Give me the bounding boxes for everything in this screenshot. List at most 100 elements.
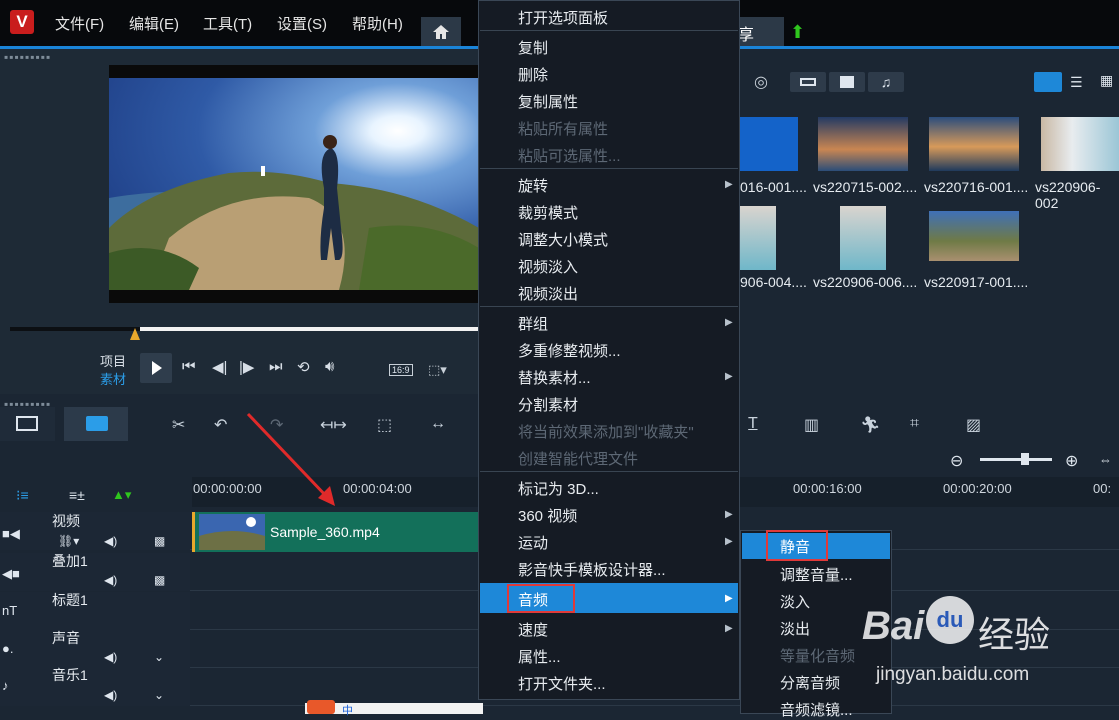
photo-filter-button[interactable] [829, 72, 865, 92]
video-filter-button[interactable] [790, 72, 826, 92]
play-button[interactable] [140, 353, 172, 383]
ruler-tick: 00: [1093, 481, 1112, 496]
annotation-arrow [246, 412, 335, 506]
track-mute-icon[interactable]: ◀) [104, 573, 117, 587]
media-thumbnail[interactable] [740, 117, 798, 171]
menu-item-resize-mode[interactable]: 调整大小模式 [518, 229, 608, 250]
home-tab[interactable] [421, 17, 461, 46]
expand-icon[interactable]: ⌄ [154, 688, 164, 702]
timeline-view-button[interactable] [64, 407, 128, 441]
submenu-item-audio-filter[interactable]: 音频滤镜... [780, 699, 853, 720]
resize-icon[interactable]: ⬚ [377, 415, 392, 435]
submenu-item-adjust-volume[interactable]: 调整音量... [780, 564, 853, 585]
media-thumbnail[interactable] [740, 206, 776, 270]
zoom-slider-handle[interactable] [1021, 453, 1029, 465]
menu-item-template-designer[interactable]: 影音快手模板设计器... [518, 559, 666, 580]
go-end-icon[interactable]: ⏭ [269, 358, 283, 375]
menu-item-open-folder[interactable]: 打开文件夹... [518, 673, 606, 694]
ime-logo-icon[interactable] [307, 700, 335, 714]
track-icon[interactable]: ⌗ [910, 415, 919, 433]
track-mute-icon[interactable]: ◀) [104, 534, 117, 548]
menu-item-motion[interactable]: 运动 [518, 532, 548, 553]
submenu-arrow-icon: ▶ [725, 509, 733, 520]
watermark-brand: Bai [862, 604, 925, 648]
volume-icon[interactable]: 🔊︎ [325, 358, 334, 375]
play-icon [152, 361, 162, 375]
track-mute-icon[interactable]: ◀) [104, 650, 117, 664]
menu-tools[interactable]: 工具(T) [203, 13, 252, 34]
menu-item-copy-attributes[interactable]: 复制属性 [518, 91, 578, 112]
menu-item-properties[interactable]: 属性... [518, 646, 561, 667]
media-thumbnail[interactable] [1041, 117, 1119, 171]
project-mode-label[interactable]: 项目 [100, 351, 126, 370]
submenu-arrow-icon: ▶ [725, 371, 733, 382]
media-name: vs220906-006.... [813, 274, 918, 290]
clip-mode-label[interactable]: 素材 [100, 369, 126, 388]
menu-item-copy[interactable]: 复制 [518, 37, 548, 58]
prev-frame-icon[interactable]: ◀| [212, 358, 227, 376]
view-grid-icon[interactable]: ▦ [1100, 72, 1113, 89]
menu-item-delete[interactable]: 删除 [518, 64, 548, 85]
submenu-item-split-audio[interactable]: 分离音频 [780, 672, 840, 693]
menu-item-multi-trim[interactable]: 多重修整视频... [518, 340, 621, 361]
storyboard-view-button[interactable] [0, 407, 55, 441]
annotation-box [766, 530, 828, 561]
go-start-icon[interactable]: ⏮ [182, 358, 196, 375]
menu-item-replace-clip[interactable]: 替换素材... [518, 367, 591, 388]
ime-language[interactable]: 中 [342, 702, 353, 718]
menu-settings[interactable]: 设置(S) [277, 13, 327, 34]
aspect-ratio-button[interactable]: 16:9 [389, 364, 413, 376]
checker-icon[interactable]: ▩ [154, 573, 165, 587]
crop-tool-icon[interactable]: ⬚▾ [428, 362, 447, 378]
menu-item-fade-out[interactable]: 视频淡出 [518, 283, 578, 304]
paw-icon: du [926, 596, 974, 644]
submenu-item-fade-in[interactable]: 淡入 [780, 591, 810, 612]
menu-item-speed[interactable]: 速度 [518, 619, 548, 640]
add-track-icon[interactable]: ≡± [69, 487, 85, 503]
undo-icon[interactable]: ↶ [214, 415, 227, 435]
panel-grip-icon[interactable]: ▪▪▪▪▪▪▪▪▪ [4, 50, 51, 64]
auto-icon[interactable]: ▨ [966, 415, 981, 435]
split-icon[interactable]: ↔ [430, 415, 446, 433]
media-thumbnail[interactable] [840, 206, 886, 270]
zoom-out-icon[interactable]: ⊖ [950, 451, 963, 471]
zoom-in-icon[interactable]: ⊕ [1065, 451, 1078, 471]
menu-help[interactable]: 帮助(H) [352, 13, 403, 34]
motion-icon[interactable]: 🏃︎ [860, 415, 880, 435]
repeat-icon[interactable]: ⟲ [297, 358, 310, 376]
menu-item-group[interactable]: 群组 [518, 313, 548, 334]
view-thumb-button[interactable] [1034, 72, 1062, 92]
menu-separator [480, 168, 738, 169]
link-icon[interactable]: ⛓▾ [58, 534, 79, 548]
title-icon[interactable]: T̲ [748, 415, 758, 433]
menu-item-360-video[interactable]: 360 视频 [518, 505, 577, 526]
track-manager-icon[interactable]: ⁝≡ [16, 487, 29, 504]
checker-icon[interactable]: ▩ [154, 534, 165, 548]
aperture-icon[interactable]: ◎ [754, 72, 768, 92]
menu-item-mark-3d[interactable]: 标记为 3D... [518, 478, 599, 499]
submenu-item-fade-out[interactable]: 淡出 [780, 618, 810, 639]
upload-icon[interactable]: ⬆ [790, 22, 805, 43]
media-thumbnail[interactable] [929, 117, 1019, 171]
view-list-icon[interactable]: ☰ [1070, 74, 1083, 91]
fit-project-icon[interactable]: ⇔ [1099, 452, 1112, 467]
next-frame-icon[interactable]: |▶ [239, 358, 254, 376]
chapter-marker-icon[interactable]: ▲▾ [112, 487, 131, 503]
media-thumbnail[interactable] [818, 117, 908, 171]
menu-item-split-clip[interactable]: 分割素材 [518, 394, 578, 415]
zoom-slider[interactable] [980, 458, 1052, 461]
menu-item-fade-in[interactable]: 视频淡入 [518, 256, 578, 277]
audio-filter-button[interactable]: ♫ [868, 72, 904, 92]
menu-edit[interactable]: 编辑(E) [129, 13, 179, 34]
menu-item-open-options[interactable]: 打开选项面板 [518, 7, 608, 28]
menu-item-rotate[interactable]: 旋转 [518, 175, 548, 196]
track-name-title: 标题1 [52, 592, 88, 608]
watermark: Bai du 经验 jingyan.baidu.com [856, 592, 1119, 692]
menu-file[interactable]: 文件(F) [55, 13, 104, 34]
track-mute-icon[interactable]: ◀) [104, 688, 117, 702]
tools-icon[interactable]: ✂ [172, 415, 185, 435]
grid-icon[interactable]: ▥ [804, 415, 819, 435]
media-thumbnail[interactable] [929, 211, 1019, 261]
menu-item-crop-mode[interactable]: 裁剪模式 [518, 202, 578, 223]
expand-icon[interactable]: ⌄ [154, 650, 164, 664]
